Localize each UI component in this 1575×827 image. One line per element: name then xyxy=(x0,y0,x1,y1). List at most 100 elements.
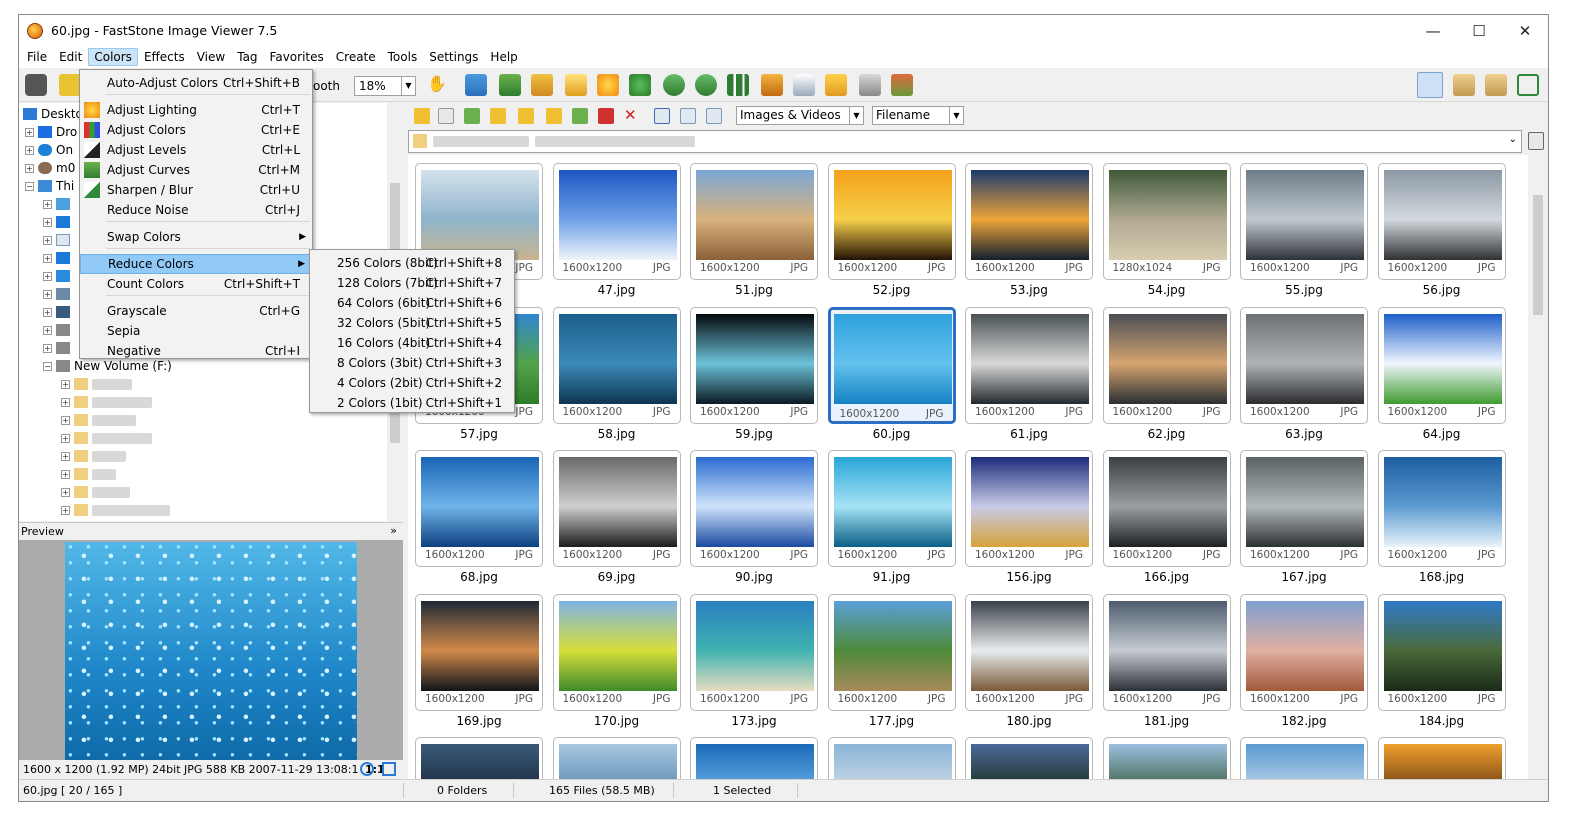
thumbnail-card[interactable] xyxy=(415,737,543,781)
person-icon[interactable] xyxy=(629,74,651,96)
submenu-item-6[interactable]: 4 Colors (2bit) Ctrl+Shift+2 xyxy=(310,373,514,393)
tree-item[interactable]: + xyxy=(43,303,74,321)
fit-view-icon[interactable] xyxy=(360,762,374,776)
thumbnail-item[interactable]: 1600x1200 JPG 184.jpg xyxy=(1377,593,1506,728)
menu-item-reduce-colors[interactable]: Reduce Colors ▶ xyxy=(80,254,312,274)
path-input[interactable]: ⌄ xyxy=(408,130,1522,153)
thumbnail-item[interactable] xyxy=(415,737,543,781)
thumbnail-item[interactable]: 1600x1200 JPG 170.jpg xyxy=(552,593,681,728)
tree-item[interactable]: + xyxy=(61,429,152,447)
expand-view-icon[interactable] xyxy=(382,762,396,776)
thumbnail-item[interactable] xyxy=(690,737,818,781)
menu-item-adjust-lighting[interactable]: Adjust Lighting Ctrl+T xyxy=(80,100,312,120)
submenu-item-5[interactable]: 8 Colors (3bit) Ctrl+Shift+3 xyxy=(310,353,514,373)
minimize-button[interactable]: — xyxy=(1410,15,1456,46)
expand-icon[interactable]: + xyxy=(25,127,34,137)
expand-icon[interactable]: + xyxy=(43,307,52,317)
thumbnail-item[interactable] xyxy=(827,737,956,781)
details-view-icon[interactable] xyxy=(680,108,696,124)
thumbnail-item[interactable]: 1600x1200 JPG 63.jpg xyxy=(1240,306,1368,441)
collapse-icon[interactable]: − xyxy=(43,361,52,371)
thumbnail-card[interactable] xyxy=(690,737,818,781)
fullscreen-icon[interactable] xyxy=(1517,74,1539,96)
thumbnail-item[interactable]: 1600x1200 JPG 61.jpg xyxy=(965,306,1093,441)
thumbnail-item[interactable]: 1600x1200 JPG 167.jpg xyxy=(1240,450,1368,584)
thumbnail-card[interactable] xyxy=(552,737,681,781)
menu-item-negative[interactable]: Negative Ctrl+I xyxy=(80,341,312,361)
hand-tool-icon[interactable]: ✋ xyxy=(427,74,449,96)
thumbnail-card[interactable]: 1600x1200 JPG xyxy=(827,163,956,280)
thumbnail-item[interactable]: 1600x1200 JPG 68.jpg xyxy=(415,450,543,584)
slideshow-icon[interactable] xyxy=(891,74,913,96)
thumbnail-card[interactable]: 1600x1200 JPG xyxy=(1240,450,1368,567)
draw-icon[interactable] xyxy=(793,74,815,96)
thumbnail-item[interactable] xyxy=(1240,737,1368,781)
submenu-item-2[interactable]: 64 Colors (6bit) Ctrl+Shift+6 xyxy=(310,293,514,313)
expand-icon[interactable]: + xyxy=(43,217,52,227)
menu-item-sepia[interactable]: Sepia xyxy=(80,321,312,341)
grid-scrollbar[interactable] xyxy=(1530,155,1546,781)
tree-item[interactable]: + xyxy=(43,267,74,285)
tree-item[interactable]: + xyxy=(43,339,74,357)
layout-preview-icon[interactable] xyxy=(1453,74,1475,96)
thumbnail-card[interactable]: 1280x1024 JPG xyxy=(1102,163,1231,280)
new-folder-icon[interactable] xyxy=(546,108,562,124)
tree-dropbox[interactable]: + Dro xyxy=(25,123,77,141)
thumbnail-card[interactable]: 1600x1200 JPG xyxy=(552,163,681,280)
tree-item[interactable]: + xyxy=(43,213,74,231)
layout-full-icon[interactable] xyxy=(1485,74,1507,96)
submenu-item-7[interactable]: 2 Colors (1bit) Ctrl+Shift+1 xyxy=(310,393,514,413)
submenu-item-3[interactable]: 32 Colors (5bit) Ctrl+Shift+5 xyxy=(310,313,514,333)
menu-colors[interactable]: Colors xyxy=(88,48,138,66)
tree-item[interactable]: + xyxy=(43,321,74,339)
histogram-icon[interactable] xyxy=(727,74,749,96)
expand-icon[interactable]: + xyxy=(43,235,52,245)
tree-user[interactable]: + m0 xyxy=(25,159,75,177)
thumbnail-card[interactable]: 1600x1200 JPG xyxy=(965,306,1093,424)
menu-item-grayscale[interactable]: Grayscale Ctrl+G xyxy=(80,301,312,321)
submenu-item-4[interactable]: 16 Colors (4bit) Ctrl+Shift+4 xyxy=(310,333,514,353)
forward-arrow-icon[interactable] xyxy=(438,108,454,124)
thumbnail-card[interactable] xyxy=(1240,737,1368,781)
thumbnail-item[interactable]: 1600x1200 JPG 177.jpg xyxy=(827,593,956,728)
thumbnail-card[interactable]: 1600x1200 JPG xyxy=(827,593,956,711)
expand-icon[interactable]: + xyxy=(61,415,70,425)
menu-item-auto-adjust-colors[interactable]: Auto-Adjust Colors Ctrl+Shift+B xyxy=(80,73,312,93)
file-filter-select[interactable]: Images & Videos ▼ xyxy=(736,106,864,125)
thumbnail-card[interactable]: 1600x1200 JPG xyxy=(552,450,681,567)
favorites-folder-icon[interactable] xyxy=(518,108,534,124)
thumbnail-card[interactable]: 1600x1200 JPG xyxy=(690,593,818,711)
expand-icon[interactable]: + xyxy=(43,199,52,209)
thumbnail-item[interactable]: 1600x1200 JPG 169.jpg xyxy=(415,593,543,728)
thumbnail-item[interactable]: 1600x1200 JPG 180.jpg xyxy=(965,593,1093,728)
thumbnail-card[interactable]: 1600x1200 JPG xyxy=(552,593,681,711)
expand-icon[interactable]: + xyxy=(43,343,52,353)
trash-icon[interactable] xyxy=(1528,132,1544,150)
expand-icon[interactable]: + xyxy=(25,163,34,173)
thumbnail-item[interactable]: 1600x1200 JPG 90.jpg xyxy=(690,450,818,584)
menu-item-adjust-levels[interactable]: Adjust Levels Ctrl+L xyxy=(80,140,312,160)
expand-icon[interactable]: + xyxy=(61,451,70,461)
thumbnail-item[interactable]: 1600x1200 JPG 56.jpg xyxy=(1377,163,1506,297)
expand-icon[interactable]: + xyxy=(61,505,70,515)
menu-view[interactable]: View xyxy=(191,48,231,66)
thumbnail-item[interactable]: 1600x1200 JPG 69.jpg xyxy=(552,450,681,584)
thumbnail-item[interactable]: 1600x1200 JPG 59.jpg xyxy=(690,306,818,441)
export-icon[interactable] xyxy=(499,74,521,96)
list-view-icon[interactable] xyxy=(706,108,722,124)
thumbnail-item[interactable]: 1600x1200 JPG 55.jpg xyxy=(1240,163,1368,297)
tree-item[interactable]: + xyxy=(61,465,116,483)
thumbnail-item[interactable] xyxy=(552,737,681,781)
thumbnail-card[interactable]: 1600x1200 JPG xyxy=(1377,163,1506,280)
menu-help[interactable]: Help xyxy=(484,48,523,66)
thumbnail-item[interactable] xyxy=(965,737,1093,781)
thumbnail-item[interactable] xyxy=(1377,737,1506,781)
camera-icon[interactable] xyxy=(25,74,47,96)
thumbnail-item[interactable]: 1600x1200 JPG 182.jpg xyxy=(1240,593,1368,728)
thumbnail-card[interactable] xyxy=(827,737,956,781)
expand-icon[interactable]: + xyxy=(61,487,70,497)
select-all-icon[interactable] xyxy=(654,108,670,124)
expand-icon[interactable]: + xyxy=(43,325,52,335)
rotate-right-icon[interactable] xyxy=(695,74,717,96)
back-arrow-icon[interactable] xyxy=(414,108,430,124)
